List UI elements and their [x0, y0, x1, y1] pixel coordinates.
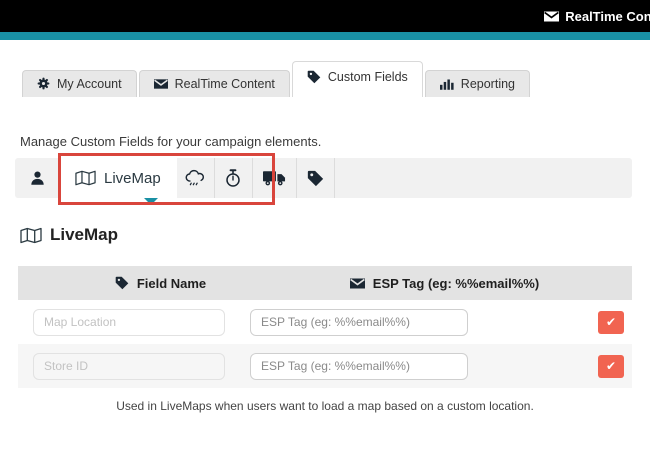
subtab-profile[interactable] [15, 158, 59, 198]
tab-label: Reporting [461, 77, 515, 91]
bar-chart-icon [440, 78, 454, 90]
active-subtab-pointer [144, 198, 158, 205]
header-label: ESP Tag (eg: %%email%%) [373, 276, 539, 291]
tab-custom-fields[interactable]: Custom Fields [292, 61, 423, 97]
weather-icon [185, 169, 206, 187]
gear-icon [37, 77, 50, 90]
envelope-icon [544, 11, 559, 22]
topbar-account-menu[interactable]: RealTime Cont [544, 9, 650, 24]
subtab-livemap[interactable]: LiveMap [59, 158, 177, 198]
map-icon [75, 170, 96, 186]
tag-icon [115, 276, 129, 290]
main-tabs: My Account RealTime Content Custom Field… [0, 64, 650, 97]
table-row: ✔ [18, 344, 632, 388]
element-subtabs-wrap: LiveMap [15, 158, 632, 198]
subtab-delivery[interactable] [253, 158, 297, 198]
tab-reporting[interactable]: Reporting [425, 70, 530, 97]
envelope-icon [350, 278, 365, 289]
tag-icon [307, 170, 324, 187]
custom-fields-table: Field Name ESP Tag (eg: %%email%%) ✔ [18, 266, 632, 388]
tab-label: Custom Fields [328, 70, 408, 84]
section-title: LiveMap [50, 225, 118, 245]
esp-tag-input[interactable] [250, 353, 468, 380]
custom-fields-page: RealTime Cont My Account [0, 0, 650, 474]
header-label: Field Name [137, 276, 206, 291]
stopwatch-icon [225, 169, 241, 188]
topbar-account-label: RealTime Cont [565, 9, 650, 24]
subtab-weather[interactable] [177, 158, 215, 198]
field-name-input[interactable] [33, 309, 225, 336]
esp-tag-input[interactable] [250, 309, 468, 336]
tag-icon [307, 70, 321, 84]
person-icon [30, 170, 45, 186]
tab-realtime-content[interactable]: RealTime Content [139, 70, 290, 97]
subtab-timer[interactable] [215, 158, 253, 198]
esp-tag-header: ESP Tag (eg: %%email%%) [303, 276, 586, 291]
truck-icon [263, 170, 286, 186]
element-subtabs: LiveMap [15, 158, 632, 198]
table-header: Field Name ESP Tag (eg: %%email%%) [18, 266, 632, 300]
subtab-livemap-label: LiveMap [104, 170, 161, 187]
field-name-input[interactable] [33, 353, 225, 380]
intro-text: Manage Custom Fields for your campaign e… [20, 134, 650, 149]
subtab-tags[interactable] [297, 158, 335, 198]
envelope-icon [154, 79, 168, 89]
tab-label: RealTime Content [175, 77, 275, 91]
footnote-text: Used in LiveMaps when users want to load… [0, 399, 650, 413]
tab-my-account[interactable]: My Account [22, 70, 137, 97]
top-bar: RealTime Cont [0, 0, 650, 32]
map-icon [20, 227, 42, 244]
accent-bar [0, 32, 650, 40]
field-name-header: Field Name [18, 276, 303, 291]
enable-field-checkbox[interactable]: ✔ [598, 311, 624, 334]
section-heading: LiveMap [20, 225, 650, 245]
enable-field-checkbox[interactable]: ✔ [598, 355, 624, 378]
table-row: ✔ [18, 300, 632, 344]
tab-label: My Account [57, 77, 122, 91]
